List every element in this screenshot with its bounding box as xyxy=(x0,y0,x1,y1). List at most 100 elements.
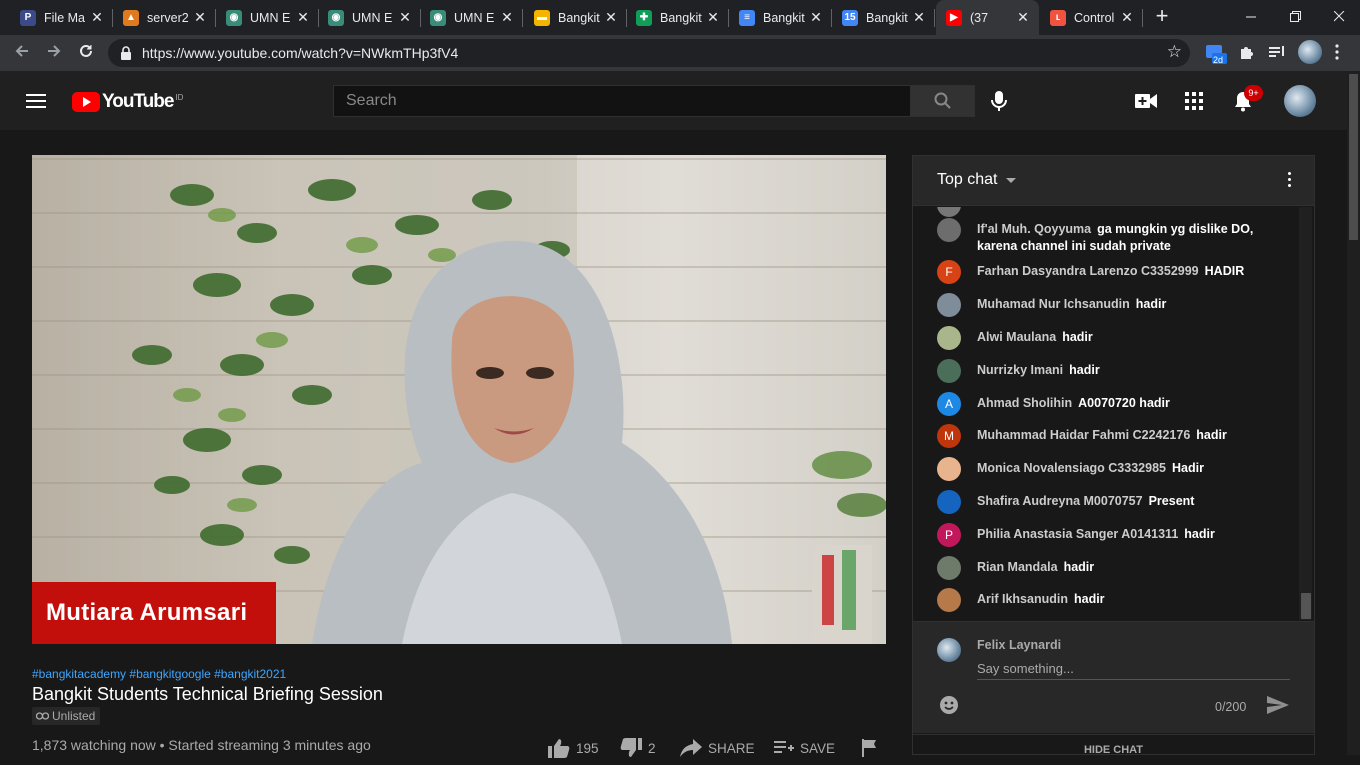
search-button[interactable] xyxy=(910,85,975,117)
page-scrollbar-thumb[interactable] xyxy=(1349,74,1358,240)
save-label: SAVE xyxy=(800,740,836,756)
chat-author[interactable]: Farhan Dasyandra Larenzo C3352999 xyxy=(977,264,1199,278)
tab-close-icon[interactable]: ✕ xyxy=(499,9,515,26)
reload-button[interactable] xyxy=(74,41,98,65)
chat-message[interactable]: A Ahmad Sholihin A0070720 hadir xyxy=(937,392,1297,416)
chat-message-body: Arif Ikhsanudin hadir xyxy=(977,588,1105,612)
chat-author[interactable]: If'al Muh. Qoyyuma xyxy=(977,222,1091,236)
hide-chat-button[interactable]: HIDE CHAT xyxy=(913,734,1314,756)
chat-author[interactable]: Arif Ikhsanudin xyxy=(977,592,1068,606)
tab-close-icon[interactable]: ✕ xyxy=(705,9,721,26)
browser-tab[interactable]: P File Ma ✕ xyxy=(10,0,113,35)
browser-tab[interactable]: ▬ Bangkit ✕ xyxy=(524,0,627,35)
chat-message[interactable]: F Farhan Dasyandra Larenzo C3352999 HADIR xyxy=(937,260,1297,284)
new-tab-button[interactable]: + xyxy=(1151,5,1173,28)
chat-text: hadir xyxy=(1135,297,1167,311)
browser-tab[interactable]: ◉ UMN E ✕ xyxy=(420,0,523,35)
tab-close-icon[interactable]: ✕ xyxy=(1119,9,1135,26)
chat-message[interactable]: Alwi Maulana hadir xyxy=(937,326,1297,350)
media-queue-icon[interactable] xyxy=(1268,43,1288,63)
voice-search-button[interactable] xyxy=(987,89,1011,113)
browser-menu-icon[interactable] xyxy=(1334,43,1354,63)
browser-tab[interactable]: ʟ Control ✕ xyxy=(1040,0,1143,35)
close-window-button[interactable] xyxy=(1316,0,1360,32)
chat-author[interactable]: Nurrizky Imani xyxy=(977,363,1063,377)
restore-button[interactable] xyxy=(1272,0,1318,32)
chat-input[interactable] xyxy=(977,658,1290,679)
chat-author[interactable]: Rian Mandala xyxy=(977,560,1058,574)
browser-tab[interactable]: ▲ server2 ✕ xyxy=(113,0,216,35)
account-avatar[interactable] xyxy=(1284,85,1316,117)
chat-text: A0070720 hadir xyxy=(1078,396,1170,410)
chat-author[interactable]: Muhammad Haidar Fahmi C2242176 xyxy=(977,428,1190,442)
chat-author[interactable]: Muhamad Nur Ichsanudin xyxy=(977,297,1130,311)
like-count: 195 xyxy=(576,740,599,756)
send-icon[interactable] xyxy=(1267,696,1289,714)
chat-author[interactable]: Shafira Audreyna M0070757 xyxy=(977,494,1143,508)
report-button[interactable] xyxy=(862,738,884,758)
create-video-button[interactable] xyxy=(1134,89,1158,113)
video-hashtags[interactable]: #bangkitacademy #bangkitgoogle #bangkit2… xyxy=(32,667,286,681)
emoji-icon[interactable] xyxy=(939,695,959,715)
chat-message[interactable]: Shafira Audreyna M0070757 Present xyxy=(937,490,1297,514)
tab-close-icon[interactable]: ✕ xyxy=(295,9,311,26)
tab-close-icon[interactable]: ✕ xyxy=(808,9,824,26)
browser-tab[interactable]: ✚ Bangkit ✕ xyxy=(626,0,729,35)
like-button[interactable]: 195 xyxy=(548,738,599,758)
extension-calendar-icon[interactable]: 2d xyxy=(1205,43,1227,65)
tab-close-icon[interactable]: ✕ xyxy=(911,9,927,26)
chat-message[interactable]: Rian Mandala hadir xyxy=(937,556,1297,580)
browser-tab[interactable]: ≡ Bangkit ✕ xyxy=(729,0,832,35)
chat-message[interactable]: If'al Muh. Qoyyuma ga mungkin yg dislike … xyxy=(937,218,1297,255)
extensions-puzzle-icon[interactable] xyxy=(1238,43,1258,63)
search-input[interactable] xyxy=(334,86,910,116)
chevron-down-icon[interactable] xyxy=(1006,178,1016,183)
chat-author[interactable]: Ahmad Sholihin xyxy=(977,396,1072,410)
tab-close-icon[interactable]: ✕ xyxy=(397,9,413,26)
address-bar[interactable]: https://www.youtube.com/watch?v=NWkmTHp3… xyxy=(108,39,1190,67)
save-button[interactable]: SAVE xyxy=(774,738,835,758)
back-button[interactable] xyxy=(10,41,34,65)
browser-tab[interactable]: ▶ (37 ✕ xyxy=(936,0,1039,35)
menu-icon[interactable] xyxy=(26,94,46,112)
tab-close-icon[interactable]: ✕ xyxy=(192,9,208,26)
chat-message[interactable]: M Muhammad Haidar Fahmi C2242176 hadir xyxy=(937,424,1297,448)
chat-message[interactable]: Arif Ikhsanudin hadir xyxy=(937,588,1297,612)
browser-toolbar: https://www.youtube.com/watch?v=NWkmTHp3… xyxy=(0,35,1360,71)
chat-text: HADIR xyxy=(1204,264,1245,278)
chat-message[interactable]: Monica Novalensiago C3332985 Hadir xyxy=(937,457,1297,481)
forward-button[interactable] xyxy=(42,41,66,65)
youtube-logo[interactable]: YouTube ID xyxy=(72,91,183,113)
chat-message-clipped xyxy=(937,207,1297,217)
tab-close-icon[interactable]: ✕ xyxy=(89,9,105,26)
chat-message[interactable]: P Philia Anastasia Sanger A0141311 hadir xyxy=(937,523,1297,547)
chat-mode-selector[interactable]: Top chat xyxy=(937,171,997,189)
search-box[interactable] xyxy=(333,85,911,117)
browser-tab[interactable]: ◉ UMN E ✕ xyxy=(216,0,319,35)
chat-message[interactable]: Muhamad Nur Ichsanudin hadir xyxy=(937,293,1297,317)
tab-close-icon[interactable]: ✕ xyxy=(603,9,619,26)
chat-text: hadir xyxy=(1196,428,1227,442)
browser-tab[interactable]: ◉ UMN E ✕ xyxy=(318,0,421,35)
my-name: Felix Laynardi xyxy=(977,638,1062,652)
chat-input-wrap[interactable] xyxy=(977,658,1290,680)
profile-avatar[interactable] xyxy=(1298,40,1322,64)
dislike-button[interactable]: 2 xyxy=(620,738,656,758)
browser-tab[interactable]: 15 Bangkit ✕ xyxy=(832,0,935,35)
country-code: ID xyxy=(175,92,184,102)
chat-author[interactable]: Alwi Maulana xyxy=(977,330,1056,344)
bookmark-star-icon[interactable]: ☆ xyxy=(1167,42,1182,62)
apps-button[interactable] xyxy=(1182,89,1206,113)
tab-close-icon[interactable]: ✕ xyxy=(1015,9,1031,26)
chat-scrollbar-thumb[interactable] xyxy=(1301,593,1311,619)
more-vert-icon[interactable] xyxy=(1288,172,1292,190)
chat-message[interactable]: Nurrizky Imani hadir xyxy=(937,359,1297,383)
tab-separator xyxy=(1142,9,1143,27)
chat-scrollbar-track[interactable] xyxy=(1299,207,1312,620)
share-button[interactable]: SHARE xyxy=(680,738,755,758)
sheets-icon: ✚ xyxy=(636,9,652,26)
chat-author[interactable]: Monica Novalensiago C3332985 xyxy=(977,461,1166,475)
video-player[interactable]: Mutiara Arumsari xyxy=(32,155,886,644)
minimize-button[interactable] xyxy=(1228,0,1274,32)
chat-author[interactable]: Philia Anastasia Sanger A0141311 xyxy=(977,527,1178,541)
